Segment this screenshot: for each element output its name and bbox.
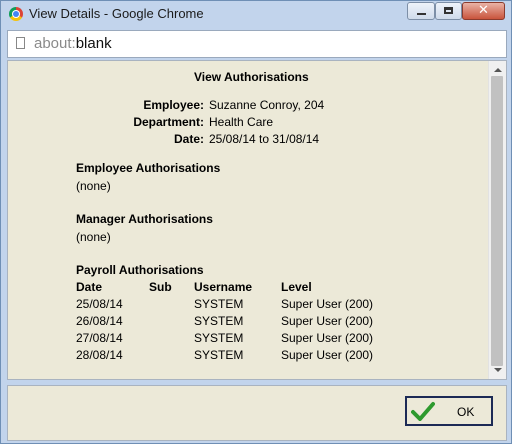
row-username: SYSTEM [194, 297, 244, 311]
scrollbar-thumb[interactable] [491, 76, 503, 366]
row-date: 26/08/14 [76, 314, 123, 328]
close-button[interactable]: ✕ [462, 2, 505, 20]
column-header-date: Date [76, 280, 103, 294]
row-date: 28/08/14 [76, 348, 123, 362]
payroll-auth-heading: Payroll Authorisations [76, 263, 204, 277]
row-date: 27/08/14 [76, 331, 123, 345]
maximize-button[interactable] [435, 2, 462, 20]
checkmark-icon [411, 402, 435, 421]
page-content: View Authorisations Employee: Suzanne Co… [7, 60, 507, 380]
minimize-button[interactable] [407, 2, 435, 20]
maximize-icon [444, 7, 453, 14]
row-level: Super User (200) [281, 314, 374, 328]
column-header-sub: Sub [149, 280, 172, 294]
row-date: 25/08/14 [76, 297, 123, 311]
ok-button-label: OK [457, 405, 475, 419]
row-username: SYSTEM [194, 348, 244, 362]
employee-auth-value: (none) [76, 179, 111, 193]
row-level: Super User (200) [281, 297, 374, 311]
address-bar[interactable]: about:blank [7, 30, 507, 58]
vertical-scrollbar[interactable] [488, 61, 506, 379]
department-label: Department: [133, 115, 204, 129]
url-scheme: about: [34, 35, 76, 52]
scroll-down-arrow-icon[interactable] [489, 363, 506, 377]
date-label: Date: [173, 132, 204, 146]
minimize-icon [417, 13, 426, 15]
row-level: Super User (200) [281, 331, 374, 345]
department-value: Health Care [209, 115, 274, 129]
employee-label: Employee: [143, 98, 204, 112]
row-username: SYSTEM [194, 314, 244, 328]
date-value: 25/08/14 to 31/08/14 [209, 132, 320, 146]
page-icon [16, 37, 25, 49]
column-header-level: Level [281, 280, 312, 294]
close-icon: ✕ [478, 3, 489, 18]
manager-auth-heading: Manager Authorisations [76, 212, 213, 226]
browser-window: View Details - Google Chrome ✕ about:bla… [0, 0, 512, 444]
manager-auth-value: (none) [76, 230, 111, 244]
url-path: blank [75, 35, 112, 52]
row-username: SYSTEM [194, 331, 244, 345]
column-header-username: Username [194, 280, 253, 294]
chrome-icon [9, 7, 23, 21]
dialog-footer: OK [7, 385, 507, 441]
scroll-up-arrow-icon[interactable] [489, 63, 506, 77]
employee-value: Suzanne Conroy, 204 [209, 98, 325, 112]
ok-button[interactable]: OK [405, 396, 493, 426]
row-level: Super User (200) [281, 348, 374, 362]
title-bar[interactable]: View Details - Google Chrome ✕ [1, 1, 511, 27]
page-title: View Authorisations [194, 70, 309, 84]
url-text[interactable]: about:blank [34, 35, 112, 52]
employee-auth-heading: Employee Authorisations [76, 161, 221, 175]
window-title: View Details - Google Chrome [29, 6, 204, 21]
